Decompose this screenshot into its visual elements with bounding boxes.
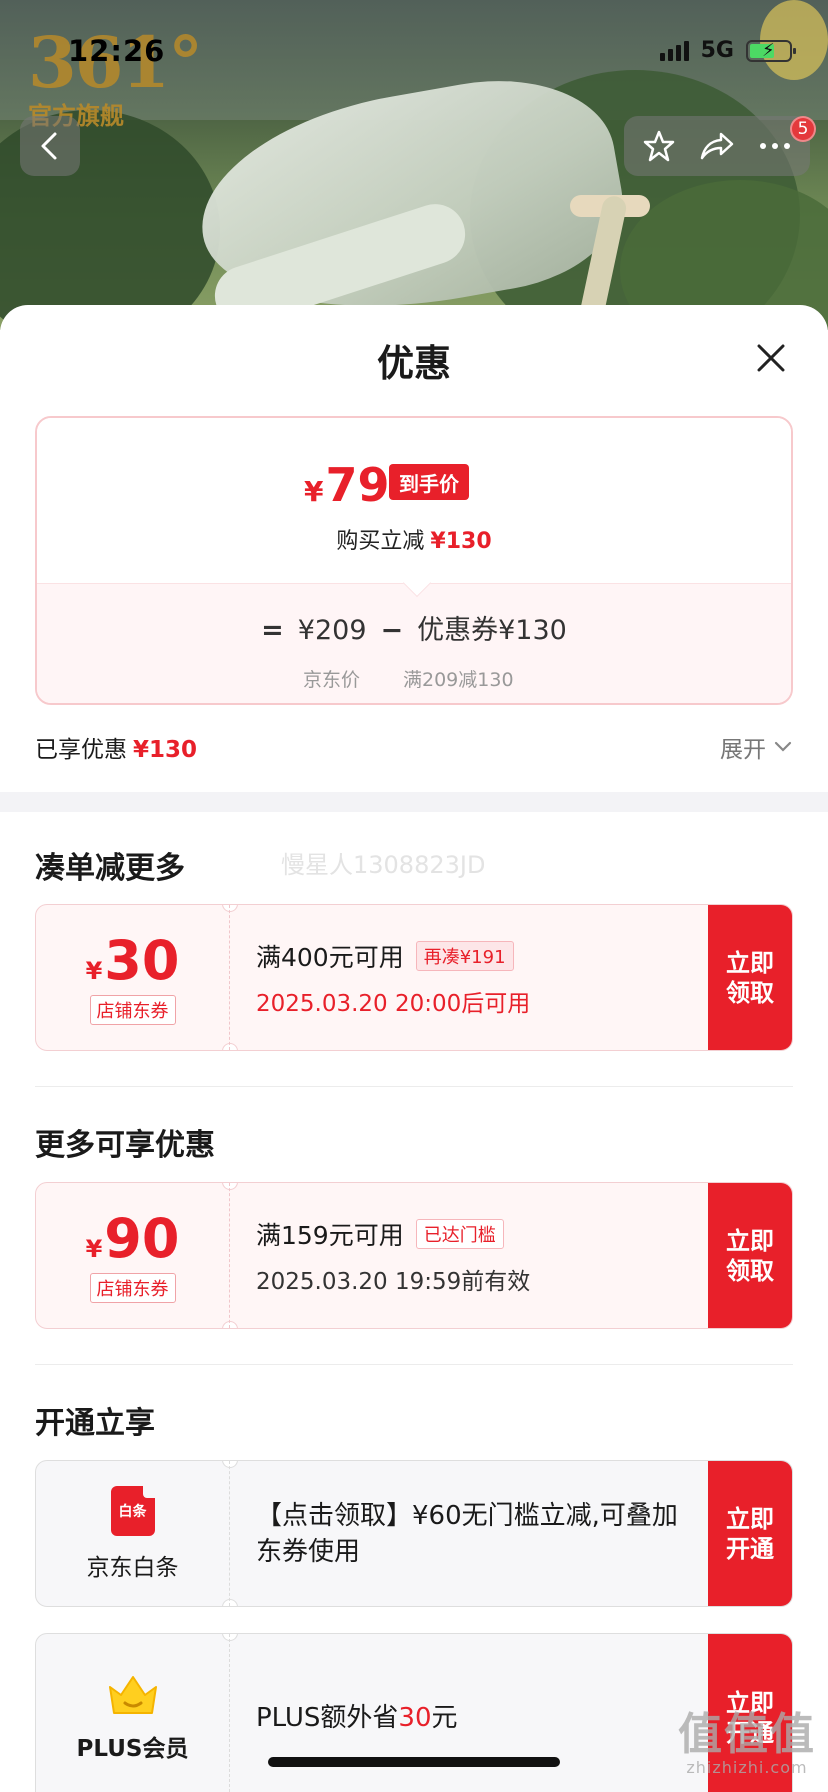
expand-label: 展开 xyxy=(720,737,766,763)
coupon-card: ¥ 30 店铺东券 满400元可用 再凑¥191 2025.03.20 20:0… xyxy=(35,904,793,1051)
plus-brand: PLUS会员 xyxy=(36,1634,230,1792)
price-card-top xyxy=(37,418,791,583)
discount-sheet: 优惠 ¥ 79 到手价 购买立减 ¥130 = ¥209 − 优惠券¥130 京东… xyxy=(0,305,828,1792)
coupon-amount: ¥ 30 xyxy=(85,928,180,992)
buy-reduce-value: ¥130 xyxy=(430,529,492,554)
chevron-left-icon xyxy=(41,132,57,160)
plus-desc-suffix: 元 xyxy=(431,1703,458,1733)
base-price: ¥209 xyxy=(297,615,367,646)
coupon-chip: 再凑¥191 xyxy=(415,940,514,971)
base-price-caption: 京东价 xyxy=(303,669,361,691)
price-breakdown-card: ¥ 79 到手价 购买立减 ¥130 = ¥209 − 优惠券¥130 京东价 满… xyxy=(35,416,793,705)
close-icon xyxy=(757,344,785,372)
user-watermark: 慢星人1308823JD xyxy=(281,851,486,879)
currency-symbol: ¥ xyxy=(85,1234,103,1263)
site-watermark-logo: 值值值 xyxy=(678,1709,816,1760)
chevron-down-icon xyxy=(774,741,792,752)
section-separator xyxy=(35,1364,793,1365)
section-separator xyxy=(35,1086,793,1087)
plus-details: PLUS额外省30元 xyxy=(256,1634,702,1792)
buy-reduce-line: 购买立减 ¥130 xyxy=(37,523,791,555)
claim-coupon-button[interactable]: 立即领取 xyxy=(708,1183,792,1328)
coupon-amount-value: 90 xyxy=(104,1206,180,1270)
plus-description: PLUS额外省30元 xyxy=(256,1700,702,1736)
coupon-chip: 已达门槛 xyxy=(415,1218,504,1249)
enjoyed-label: 已享优惠 xyxy=(35,737,127,763)
coupon-value: ¥ 30 店铺东券 xyxy=(36,905,230,1050)
crown-icon xyxy=(108,1676,157,1714)
notification-badge: 5 xyxy=(790,116,816,142)
close-button[interactable] xyxy=(754,341,788,375)
plus-save-value: 30 xyxy=(398,1703,432,1733)
expand-toggle[interactable]: 展开 xyxy=(720,730,792,764)
claim-coupon-button[interactable]: 立即领取 xyxy=(708,905,792,1050)
baitiao-brand: 白条 京东白条 xyxy=(36,1461,230,1606)
currency-symbol: ¥ xyxy=(304,475,324,508)
coupon-details: 满400元可用 再凑¥191 2025.03.20 20:00后可用 xyxy=(256,905,702,1050)
final-price: ¥ 79 xyxy=(304,458,390,512)
status-time: 12:26 xyxy=(68,34,166,68)
status-icons: 5G ⚡ xyxy=(659,38,796,63)
activate-baitiao-button[interactable]: 立即开通 xyxy=(708,1461,792,1606)
section-title-activate: 开通立享 xyxy=(35,1406,155,1441)
enjoyed-value: ¥130 xyxy=(133,737,198,763)
section-title-more-order: 凑单减更多 xyxy=(35,851,185,886)
signal-icon xyxy=(659,40,689,61)
coupon-details: 满159元可用 已达门槛 2025.03.20 19:59前有效 xyxy=(256,1183,702,1328)
network-type: 5G xyxy=(700,38,734,63)
battery-icon: ⚡ xyxy=(746,39,796,62)
enjoyed-discount: 已享优惠 ¥130 xyxy=(35,730,197,764)
baitiao-icon: 白条 xyxy=(110,1485,155,1536)
coupon-condition: 满159元可用 已达门槛 xyxy=(256,1216,702,1252)
equals-sign: = xyxy=(261,615,284,646)
coupon-validity: 2025.03.20 20:00后可用 xyxy=(256,990,531,1017)
final-price-tag: 到手价 xyxy=(389,464,469,500)
share-icon xyxy=(700,132,734,160)
section-title-more-offers: 更多可享优惠 xyxy=(35,1128,215,1163)
baitiao-label: 京东白条 xyxy=(86,1554,179,1581)
final-price-value: 79 xyxy=(325,458,390,512)
coupon-type-tag: 店铺东券 xyxy=(89,994,176,1025)
sheet-title: 优惠 xyxy=(377,342,451,385)
top-action-bar xyxy=(624,116,810,176)
buy-reduce-label: 购买立减 xyxy=(336,529,425,554)
coupon-validity: 2025.03.20 19:59前有效 xyxy=(256,1268,531,1295)
site-watermark-url: zhizhizhi.com xyxy=(686,1758,808,1777)
coupon-condition-text: 满159元可用 xyxy=(256,1220,404,1250)
share-button[interactable] xyxy=(692,121,742,171)
coupon-condition-text: 满400元可用 xyxy=(256,942,404,972)
coupon-type-tag: 店铺东券 xyxy=(89,1272,176,1303)
coupon-caption: 满209减130 xyxy=(403,669,514,691)
favorite-button[interactable] xyxy=(634,121,684,171)
coupon-value: ¥ 90 店铺东券 xyxy=(36,1183,230,1328)
baitiao-description: 【点击领取】¥60无门槛立减,可叠加东券使用 xyxy=(256,1500,678,1567)
coupon-card: ¥ 90 店铺东券 满159元可用 已达门槛 2025.03.20 19:59前… xyxy=(35,1182,793,1329)
minus-sign: − xyxy=(380,615,404,646)
coupon-amount: 优惠券¥130 xyxy=(417,615,567,646)
back-button[interactable] xyxy=(20,116,80,176)
more-dots-icon xyxy=(760,143,790,149)
baitiao-details: 【点击领取】¥60无门槛立减,可叠加东券使用 xyxy=(256,1461,702,1606)
home-indicator[interactable] xyxy=(268,1757,560,1767)
coupon-condition: 满400元可用 再凑¥191 xyxy=(256,938,702,974)
plus-label: PLUS会员 xyxy=(76,1736,189,1762)
site-watermark: 值值值 zhizhizhi.com xyxy=(678,1698,816,1777)
star-icon xyxy=(643,130,675,162)
section-divider xyxy=(0,792,828,812)
coupon-amount: ¥ 90 xyxy=(85,1206,180,1270)
coupon-amount-value: 30 xyxy=(104,928,180,992)
baitiao-offer-card: 白条 京东白条 【点击领取】¥60无门槛立减,可叠加东券使用 立即开通 xyxy=(35,1460,793,1607)
plus-desc-prefix: PLUS额外省 xyxy=(256,1703,399,1733)
price-formula: = ¥209 − 优惠券¥130 xyxy=(37,608,791,647)
currency-symbol: ¥ xyxy=(85,956,103,985)
